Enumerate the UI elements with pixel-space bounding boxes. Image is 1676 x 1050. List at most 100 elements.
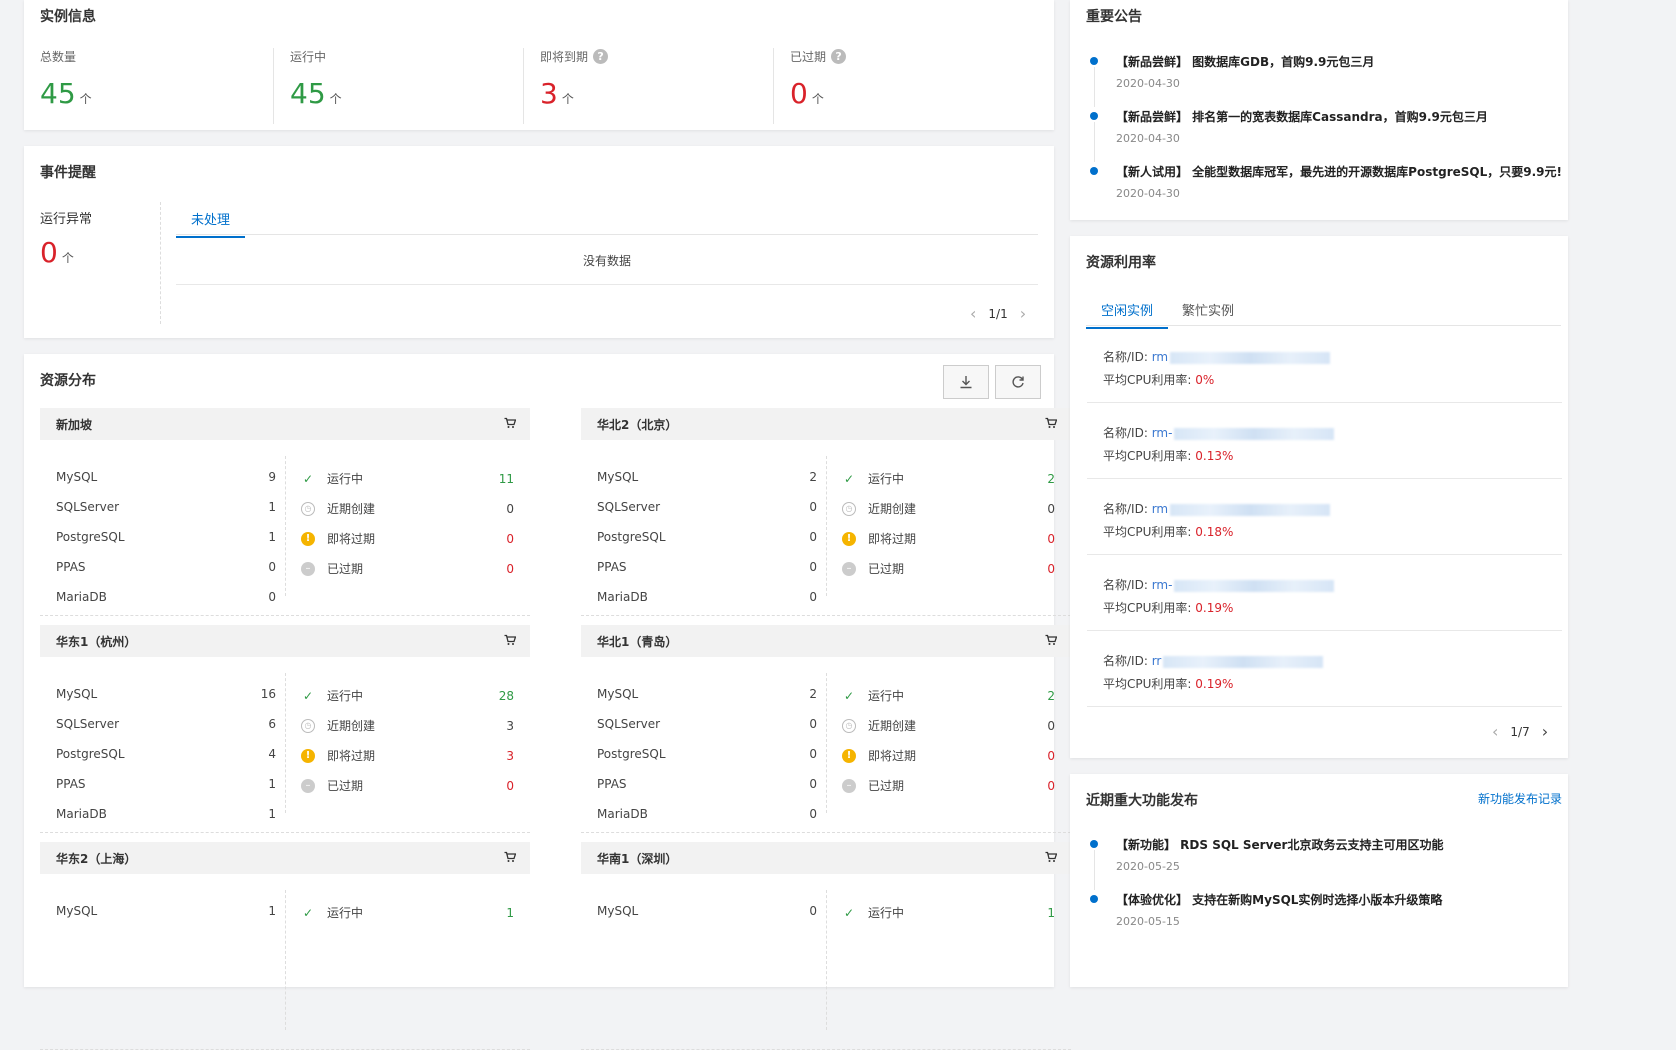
cart-icon[interactable] — [1045, 417, 1058, 432]
help-icon[interactable]: ? — [831, 49, 847, 64]
help-icon[interactable]: ? — [593, 49, 609, 64]
cart-icon[interactable] — [504, 634, 517, 649]
db-count[interactable]: 1 — [268, 500, 276, 514]
db-count[interactable]: 9 — [268, 470, 276, 484]
instance-id-link[interactable]: rm- — [1152, 426, 1173, 440]
status-label: 即将过期 — [327, 532, 376, 546]
db-count[interactable]: 0 — [809, 807, 817, 821]
db-count[interactable]: 0 — [809, 530, 817, 544]
cart-icon[interactable] — [1045, 634, 1058, 649]
cpu-value: 0.18% — [1195, 525, 1234, 539]
download-button[interactable] — [943, 365, 989, 399]
db-count[interactable]: 2 — [809, 470, 817, 484]
db-count[interactable]: 0 — [809, 747, 817, 761]
status-count[interactable]: 3 — [506, 719, 514, 733]
check-icon: ✓ — [302, 471, 314, 486]
status-count[interactable]: 0 — [506, 532, 514, 546]
warning-icon: ! — [301, 748, 315, 763]
cpu-label: 平均CPU利用率: — [1103, 373, 1192, 387]
status-count[interactable]: 0 — [1047, 719, 1055, 733]
db-name: SQLServer — [56, 717, 120, 731]
instance-name-row: 名称/ID: rm- — [1103, 424, 1335, 441]
status-row: ✓ 运行中 1 — [301, 904, 514, 921]
chevron-right-icon[interactable]: › — [1542, 722, 1548, 741]
cart-icon[interactable] — [1045, 851, 1058, 866]
status-count[interactable]: 0 — [1047, 502, 1055, 516]
stat-value[interactable]: 0 — [790, 77, 808, 110]
announcement-title[interactable]: 【新品尝鲜】 排名第一的宽表数据库Cassandra，首购9.9元包三月 — [1116, 108, 1488, 125]
status-row: ◷ 近期创建 0 — [842, 717, 1055, 734]
chevron-left-icon[interactable]: ‹ — [1492, 722, 1498, 741]
status-count[interactable]: 28 — [499, 689, 514, 703]
status-count[interactable]: 0 — [506, 779, 514, 793]
announcement-title[interactable]: 【新人试用】 全能型数据库冠军，最先进的开源数据库PostgreSQL，只要9.… — [1116, 163, 1562, 180]
status-count[interactable]: 2 — [1047, 689, 1055, 703]
announcement-title[interactable]: 【新品尝鲜】 图数据库GDB，首购9.9元包三月 — [1116, 53, 1374, 70]
status-count[interactable]: 0 — [1047, 779, 1055, 793]
db-count[interactable]: 0 — [809, 500, 817, 514]
cpu-row: 平均CPU利用率: 0.18% — [1103, 523, 1233, 540]
region-card: 华东1（杭州） MySQL 16 SQLServer 6 PostgreSQL 4 PPAS 1… — [40, 625, 530, 833]
refresh-button[interactable] — [995, 365, 1041, 399]
status-label: 即将过期 — [327, 749, 376, 763]
abnormal-count: 0个 — [40, 236, 74, 269]
status-count[interactable]: 3 — [506, 749, 514, 763]
timeline-dot — [1090, 57, 1098, 65]
cpu-row: 平均CPU利用率: 0.19% — [1103, 675, 1233, 692]
cart-icon[interactable] — [504, 417, 517, 432]
release-history-link[interactable]: 新功能发布记录 — [1478, 790, 1562, 807]
release-title[interactable]: 【新功能】 RDS SQL Server北京政务云支持主可用区功能 — [1116, 836, 1443, 853]
instance-id-link[interactable]: rr — [1152, 654, 1162, 668]
db-count[interactable]: 1 — [268, 530, 276, 544]
db-row: MariaDB 1 — [56, 807, 276, 821]
cart-icon[interactable] — [504, 851, 517, 866]
releases-panel: 近期重大功能发布 新功能发布记录 【新功能】 RDS SQL Server北京政… — [1070, 774, 1568, 987]
db-count[interactable]: 4 — [268, 747, 276, 761]
db-row: MariaDB 0 — [597, 807, 817, 821]
db-count[interactable]: 16 — [261, 687, 276, 701]
status-count[interactable]: 0 — [1047, 532, 1055, 546]
chevron-left-icon[interactable]: ‹ — [970, 304, 976, 323]
warning-icon: ! — [301, 531, 315, 546]
status-row: – 已过期 0 — [301, 560, 514, 577]
chevron-right-icon[interactable]: › — [1020, 304, 1026, 323]
status-count[interactable]: 2 — [1047, 472, 1055, 486]
db-count[interactable]: 1 — [268, 904, 276, 918]
db-count[interactable]: 0 — [809, 560, 817, 574]
region-body: MySQL 2 SQLServer 0 PostgreSQL 0 PPAS 0 MariaDB 0… — [581, 657, 1071, 833]
db-count[interactable]: 0 — [809, 904, 817, 918]
cpu-value: 0.19% — [1195, 601, 1234, 615]
status-count[interactable]: 11 — [499, 472, 514, 486]
region-body: MySQL 9 SQLServer 1 PostgreSQL 1 PPAS 0 MariaDB 0… — [40, 440, 530, 616]
db-count[interactable]: 0 — [809, 590, 817, 604]
db-count[interactable]: 6 — [268, 717, 276, 731]
announcements-title: 重要公告 — [1086, 9, 1142, 25]
db-name: PPAS — [597, 560, 627, 574]
tab-busy-instances[interactable]: 繁忙实例 — [1182, 300, 1234, 327]
status-count[interactable]: 0 — [1047, 562, 1055, 576]
status-count[interactable]: 0 — [1047, 749, 1055, 763]
db-count[interactable]: 0 — [809, 717, 817, 731]
db-count[interactable]: 1 — [268, 807, 276, 821]
stat-total: 总数量 45 个 — [40, 48, 92, 124]
status-row: ◷ 近期创建 0 — [301, 500, 514, 517]
stat-value[interactable]: 3 — [540, 77, 558, 110]
status-count[interactable]: 0 — [506, 562, 514, 576]
db-count[interactable]: 0 — [809, 777, 817, 791]
instance-name-row: 名称/ID: rm — [1103, 500, 1331, 517]
instance-id-link[interactable]: rm — [1152, 502, 1168, 516]
instance-name-row: 名称/ID: rm — [1103, 348, 1331, 365]
status-count[interactable]: 1 — [506, 906, 514, 920]
status-count[interactable]: 0 — [506, 502, 514, 516]
db-count[interactable]: 2 — [809, 687, 817, 701]
status-count[interactable]: 1 — [1047, 906, 1055, 920]
instance-id-link[interactable]: rm — [1152, 350, 1168, 364]
db-count[interactable]: 0 — [268, 560, 276, 574]
announcement-date: 2020-04-30 — [1116, 77, 1180, 90]
abnormal-value[interactable]: 0 — [40, 236, 58, 269]
db-count[interactable]: 1 — [268, 777, 276, 791]
instance-id-link[interactable]: rm- — [1152, 578, 1173, 592]
abnormal-unit: 个 — [61, 251, 74, 265]
release-title[interactable]: 【体验优化】 支持在新购MySQL实例时选择小版本升级策略 — [1116, 891, 1442, 908]
db-count[interactable]: 0 — [268, 590, 276, 604]
